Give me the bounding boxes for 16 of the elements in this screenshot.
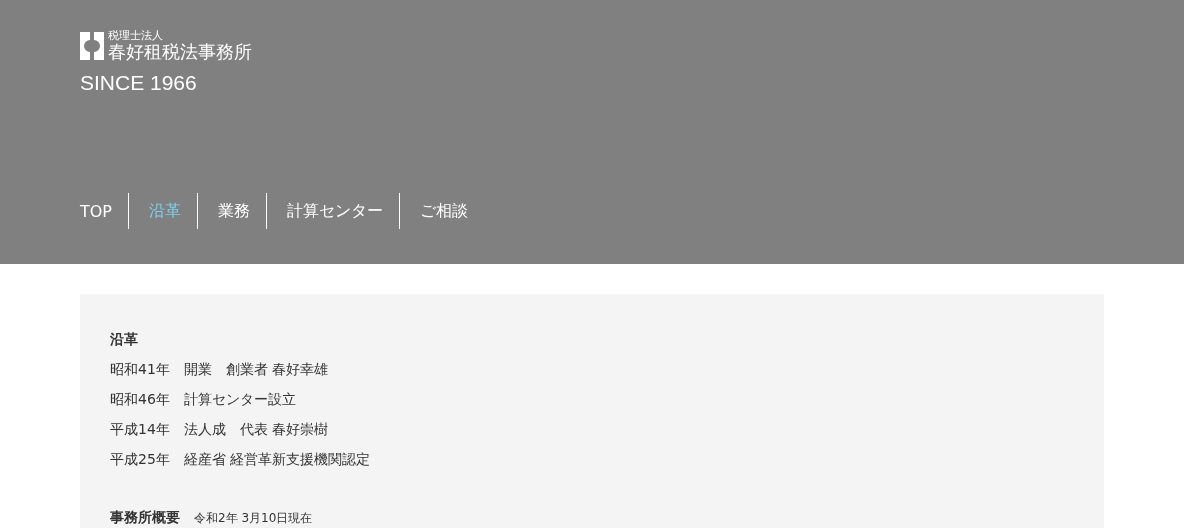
logo-name: 春好租税法事務所: [108, 43, 252, 61]
history-entry: 昭和46年 計算センター設立: [110, 390, 297, 409]
logo-icon: [80, 31, 104, 60]
nav-link[interactable]: 計算センター: [287, 200, 383, 222]
section-heading: 沿革: [110, 330, 139, 349]
since-text: SINCE 1966: [80, 71, 198, 95]
logo-subtitle: 税理士法人: [108, 30, 164, 41]
nav-link[interactable]: ご相談: [420, 200, 468, 222]
section-heading: 事務所概要: [110, 508, 180, 527]
nav-link[interactable]: 沿革: [149, 200, 181, 222]
history-entry: 平成14年 法人成 代表 春好崇樹: [110, 420, 330, 439]
history-entry: 昭和41年 開業 創業者 春好幸雄: [110, 360, 330, 379]
date-note: 令和2年 3月10日現在: [194, 510, 313, 527]
nav-link[interactable]: TOP: [80, 201, 112, 221]
nav-link[interactable]: 業務: [218, 200, 250, 222]
history-entry: 平成25年 経産省 経営革新支援機関認定: [110, 450, 372, 469]
